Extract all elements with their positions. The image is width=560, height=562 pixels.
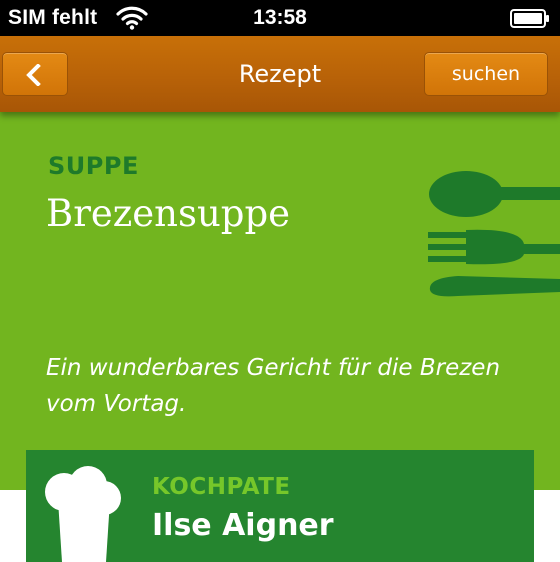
cutlery-icon — [428, 171, 560, 297]
recipe-header: SUPPE Brezensuppe Ein wunderbares Gerich… — [0, 112, 560, 490]
cook-label: KOCHPATE — [152, 474, 291, 500]
chef-hat-icon — [45, 466, 121, 562]
status-bar: SIM fehlt 13:58 — [0, 0, 560, 36]
cook-name: Ilse Aigner — [152, 508, 334, 543]
recipe-category: SUPPE — [48, 152, 139, 180]
search-button[interactable]: suchen — [424, 52, 548, 96]
clock-label: 13:58 — [253, 6, 307, 29]
navigation-bar: Rezept suchen — [0, 36, 560, 112]
cook-card[interactable]: KOCHPATE Ilse Aigner — [26, 450, 534, 562]
battery-icon — [510, 9, 549, 28]
recipe-title: Brezensuppe — [46, 192, 291, 235]
recipe-description: Ein wunderbares Gericht für die Brezen v… — [46, 355, 501, 417]
